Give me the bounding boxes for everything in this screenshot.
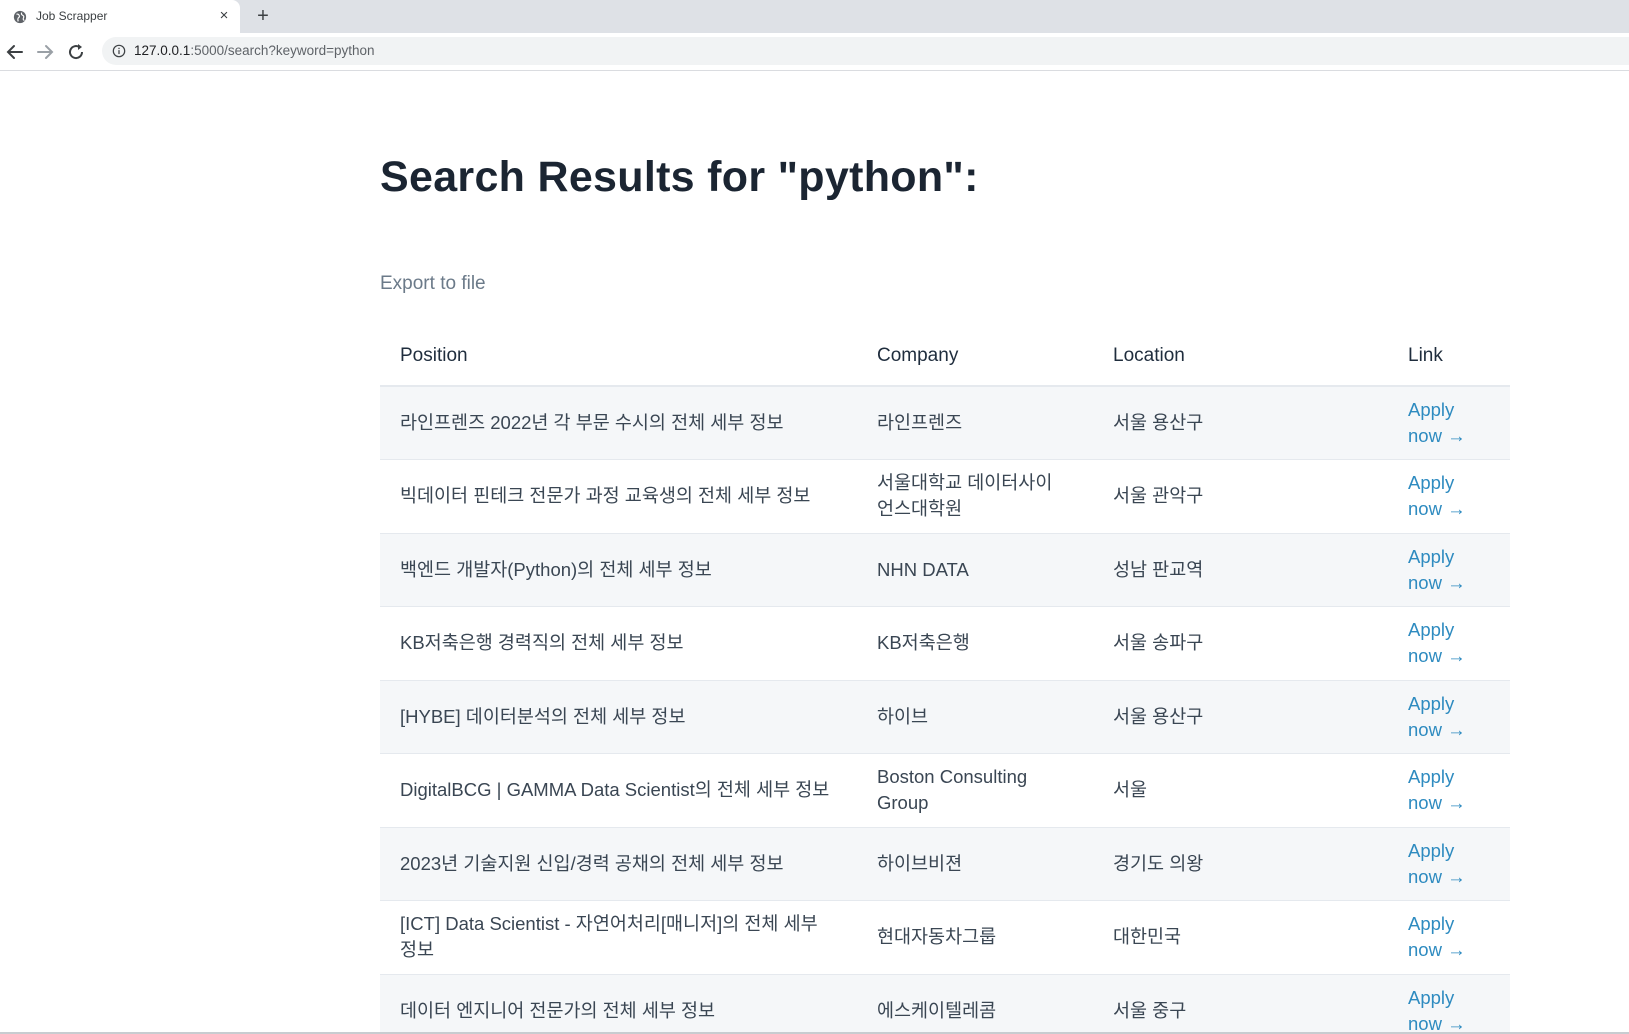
- column-header-link: Link: [1388, 326, 1510, 387]
- location-cell: 경기도 의왕: [1113, 852, 1204, 874]
- company-cell: 하이브비젼: [877, 852, 963, 874]
- page-title: Search Results for "python":: [380, 153, 979, 201]
- url-path: :5000/search?keyword=python: [190, 43, 375, 58]
- position-cell: 라인프렌즈 2022년 각 부문 수시의 전체 세부 정보: [400, 412, 784, 433]
- location-cell: 서울: [1113, 779, 1148, 801]
- table-row: [ICT] Data Scientist - 자연어처리[매니저]의 전체 세부…: [380, 901, 1510, 975]
- forward-arrow-icon[interactable]: [33, 40, 57, 64]
- address-bar[interactable]: 127.0.0.1:5000/search?keyword=python: [102, 37, 1629, 65]
- table-row: 백엔드 개발자(Python)의 전체 세부 정보 NHN DATA 성남 판교…: [380, 533, 1510, 607]
- url-text: 127.0.0.1:5000/search?keyword=python: [134, 43, 375, 58]
- location-cell: 서울 용산구: [1113, 412, 1204, 433]
- position-cell: KB저축은행 경력직의 전체 세부 정보: [400, 632, 684, 654]
- position-cell: 백엔드 개발자(Python)의 전체 세부 정보: [400, 558, 712, 580]
- location-cell: 성남 판교역: [1113, 558, 1204, 580]
- apply-now-link[interactable]: Apply now →: [1408, 838, 1478, 890]
- browser-tab[interactable]: Job Scrapper ×: [0, 0, 240, 33]
- company-cell: NHN DATA: [877, 558, 969, 580]
- apply-now-link[interactable]: Apply now →: [1408, 470, 1478, 522]
- company-cell: 에스케이텔레콤: [877, 999, 997, 1021]
- link-cell: Apply now →: [1388, 827, 1510, 901]
- close-tab-icon[interactable]: ×: [216, 8, 232, 24]
- browser-tab-strip: Job Scrapper × +: [0, 0, 1629, 33]
- info-icon[interactable]: [112, 44, 126, 58]
- location-cell: 서울 용산구: [1113, 705, 1204, 727]
- table-row: 2023년 기술지원 신입/경력 공채의 전체 세부 정보 하이브비젼 경기도 …: [380, 827, 1510, 901]
- table-row: KB저축은행 경력직의 전체 세부 정보 KB저축은행 서울 송파구 Apply…: [380, 607, 1510, 681]
- globe-icon: [13, 10, 27, 24]
- back-arrow-icon[interactable]: [3, 40, 27, 64]
- location-cell: 서울 관악구: [1113, 485, 1204, 507]
- new-tab-button[interactable]: +: [252, 6, 274, 28]
- position-cell: [HYBE] 데이터분석의 전체 세부 정보: [400, 705, 686, 727]
- link-cell: Apply now →: [1388, 754, 1510, 828]
- position-cell: 빅데이터 핀테크 전문가 과정 교육생의 전체 세부 정보: [400, 485, 811, 507]
- position-cell: [ICT] Data Scientist - 자연어처리[매니저]의 전체 세부…: [400, 913, 818, 961]
- position-cell: 2023년 기술지원 신입/경력 공채의 전체 세부 정보: [400, 852, 784, 874]
- table-row: 라인프렌즈 2022년 각 부문 수시의 전체 세부 정보 라인프렌즈 서울 용…: [380, 386, 1510, 460]
- table-row: 데이터 엔지니어 전문가의 전체 세부 정보 에스케이텔레콤 서울 중구 App…: [380, 974, 1510, 1034]
- position-cell: 데이터 엔지니어 전문가의 전체 세부 정보: [400, 999, 716, 1021]
- link-cell: Apply now →: [1388, 974, 1510, 1034]
- tab-title: Job Scrapper: [36, 9, 108, 23]
- link-cell: Apply now →: [1388, 386, 1510, 460]
- apply-now-link[interactable]: Apply now →: [1408, 911, 1478, 963]
- link-cell: Apply now →: [1388, 460, 1510, 534]
- company-cell: 현대자동차그룹: [877, 926, 997, 948]
- column-header-position: Position: [380, 326, 857, 387]
- table-row: [HYBE] 데이터분석의 전체 세부 정보 하이브 서울 용산구 Apply …: [380, 680, 1510, 754]
- column-header-location: Location: [1093, 326, 1388, 387]
- company-cell: 하이브: [877, 705, 929, 727]
- apply-now-link[interactable]: Apply now →: [1408, 544, 1478, 596]
- apply-now-link[interactable]: Apply now →: [1408, 617, 1478, 669]
- table-row: 빅데이터 핀테크 전문가 과정 교육생의 전체 세부 정보 서울대학교 데이터사…: [380, 460, 1510, 534]
- location-cell: 서울 중구: [1113, 999, 1187, 1021]
- link-cell: Apply now →: [1388, 680, 1510, 754]
- table-header-row: Position Company Location Link: [380, 326, 1510, 387]
- reload-icon[interactable]: [64, 40, 88, 64]
- link-cell: Apply now →: [1388, 533, 1510, 607]
- url-host: 127.0.0.1: [134, 43, 191, 58]
- location-cell: 서울 송파구: [1113, 632, 1204, 654]
- apply-now-link[interactable]: Apply now →: [1408, 397, 1478, 449]
- apply-now-link[interactable]: Apply now →: [1408, 764, 1478, 816]
- location-cell: 대한민국: [1113, 926, 1182, 948]
- results-table: Position Company Location Link 라인프렌즈 202…: [380, 326, 1510, 1034]
- apply-now-link[interactable]: Apply now →: [1408, 691, 1478, 743]
- browser-toolbar: 127.0.0.1:5000/search?keyword=python: [0, 33, 1629, 71]
- company-cell: 라인프렌즈: [877, 412, 963, 433]
- company-cell: 서울대학교 데이터사이언스대학원: [877, 472, 1053, 520]
- page-content: Search Results for "python": Export to f…: [0, 71, 1629, 1034]
- table-row: DigitalBCG | GAMMA Data Scientist의 전체 세부…: [380, 754, 1510, 828]
- apply-now-link[interactable]: Apply now →: [1408, 985, 1478, 1034]
- link-cell: Apply now →: [1388, 607, 1510, 681]
- link-cell: Apply now →: [1388, 901, 1510, 975]
- company-cell: KB저축은행: [877, 632, 970, 654]
- column-header-company: Company: [857, 326, 1093, 387]
- position-cell: DigitalBCG | GAMMA Data Scientist의 전체 세부…: [400, 779, 830, 801]
- company-cell: Boston Consulting Group: [877, 766, 1028, 814]
- export-to-file-link[interactable]: Export to file: [380, 273, 486, 295]
